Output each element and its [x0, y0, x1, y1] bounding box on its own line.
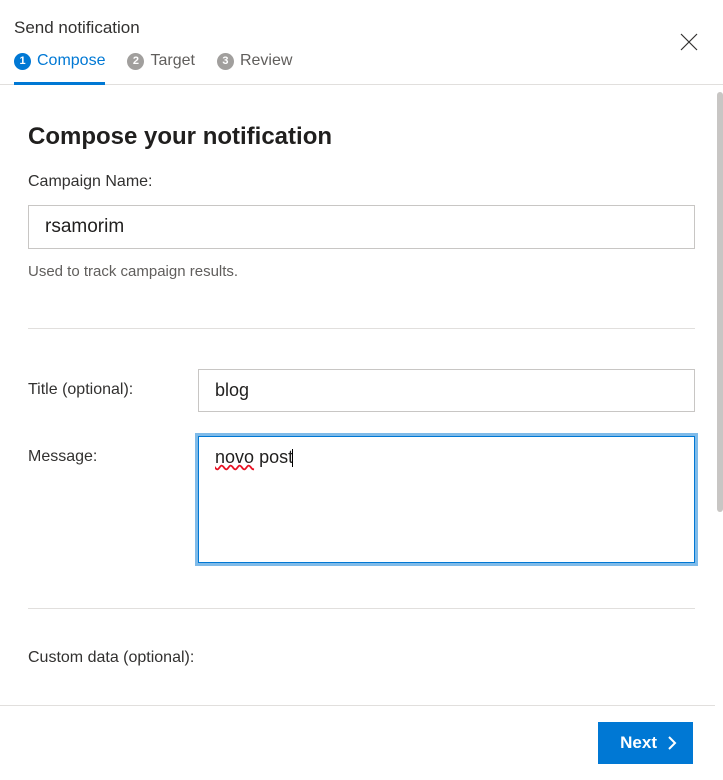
divider	[28, 608, 695, 609]
wizard-steps: 1 Compose 2 Target 3 Review	[0, 38, 723, 85]
next-button[interactable]: Next	[598, 722, 693, 764]
step-number-badge: 3	[217, 53, 234, 70]
message-label: Message:	[28, 436, 198, 466]
wizard-step-target[interactable]: 2 Target	[127, 52, 194, 84]
campaign-name-helper: Used to track campaign results.	[28, 263, 695, 280]
message-word: post	[259, 447, 293, 467]
message-input[interactable]: novo post	[198, 436, 695, 563]
scrollbar-thumb[interactable]	[717, 92, 723, 512]
campaign-name-field: Campaign Name: Used to track campaign re…	[28, 173, 695, 280]
message-field-row: Message: novo post	[28, 436, 695, 563]
step-number-badge: 1	[14, 53, 31, 70]
dialog-title: Send notification	[14, 18, 701, 38]
message-word-misspelled: novo	[215, 447, 254, 467]
divider	[28, 328, 695, 329]
step-label: Compose	[37, 52, 105, 70]
compose-content: Compose your notification Campaign Name:…	[0, 85, 723, 695]
wizard-step-review[interactable]: 3 Review	[217, 52, 292, 84]
step-label: Review	[240, 52, 292, 70]
title-label: Title (optional):	[28, 369, 198, 399]
text-caret	[292, 449, 293, 467]
close-icon	[680, 33, 698, 51]
campaign-name-input[interactable]	[28, 205, 695, 249]
wizard-step-compose[interactable]: 1 Compose	[14, 52, 105, 84]
step-label: Target	[150, 52, 194, 70]
title-input[interactable]	[198, 369, 695, 412]
dialog-header: Send notification	[0, 0, 723, 38]
chevron-right-icon	[667, 736, 677, 750]
section-heading: Compose your notification	[28, 123, 695, 151]
title-field-row: Title (optional):	[28, 369, 695, 412]
next-button-label: Next	[620, 733, 657, 753]
custom-data-label: Custom data (optional):	[28, 649, 695, 667]
step-number-badge: 2	[127, 53, 144, 70]
scrollbar-track[interactable]	[715, 92, 723, 692]
campaign-name-label: Campaign Name:	[28, 173, 695, 191]
dialog-footer: Next	[0, 705, 715, 780]
close-button[interactable]	[677, 30, 701, 54]
